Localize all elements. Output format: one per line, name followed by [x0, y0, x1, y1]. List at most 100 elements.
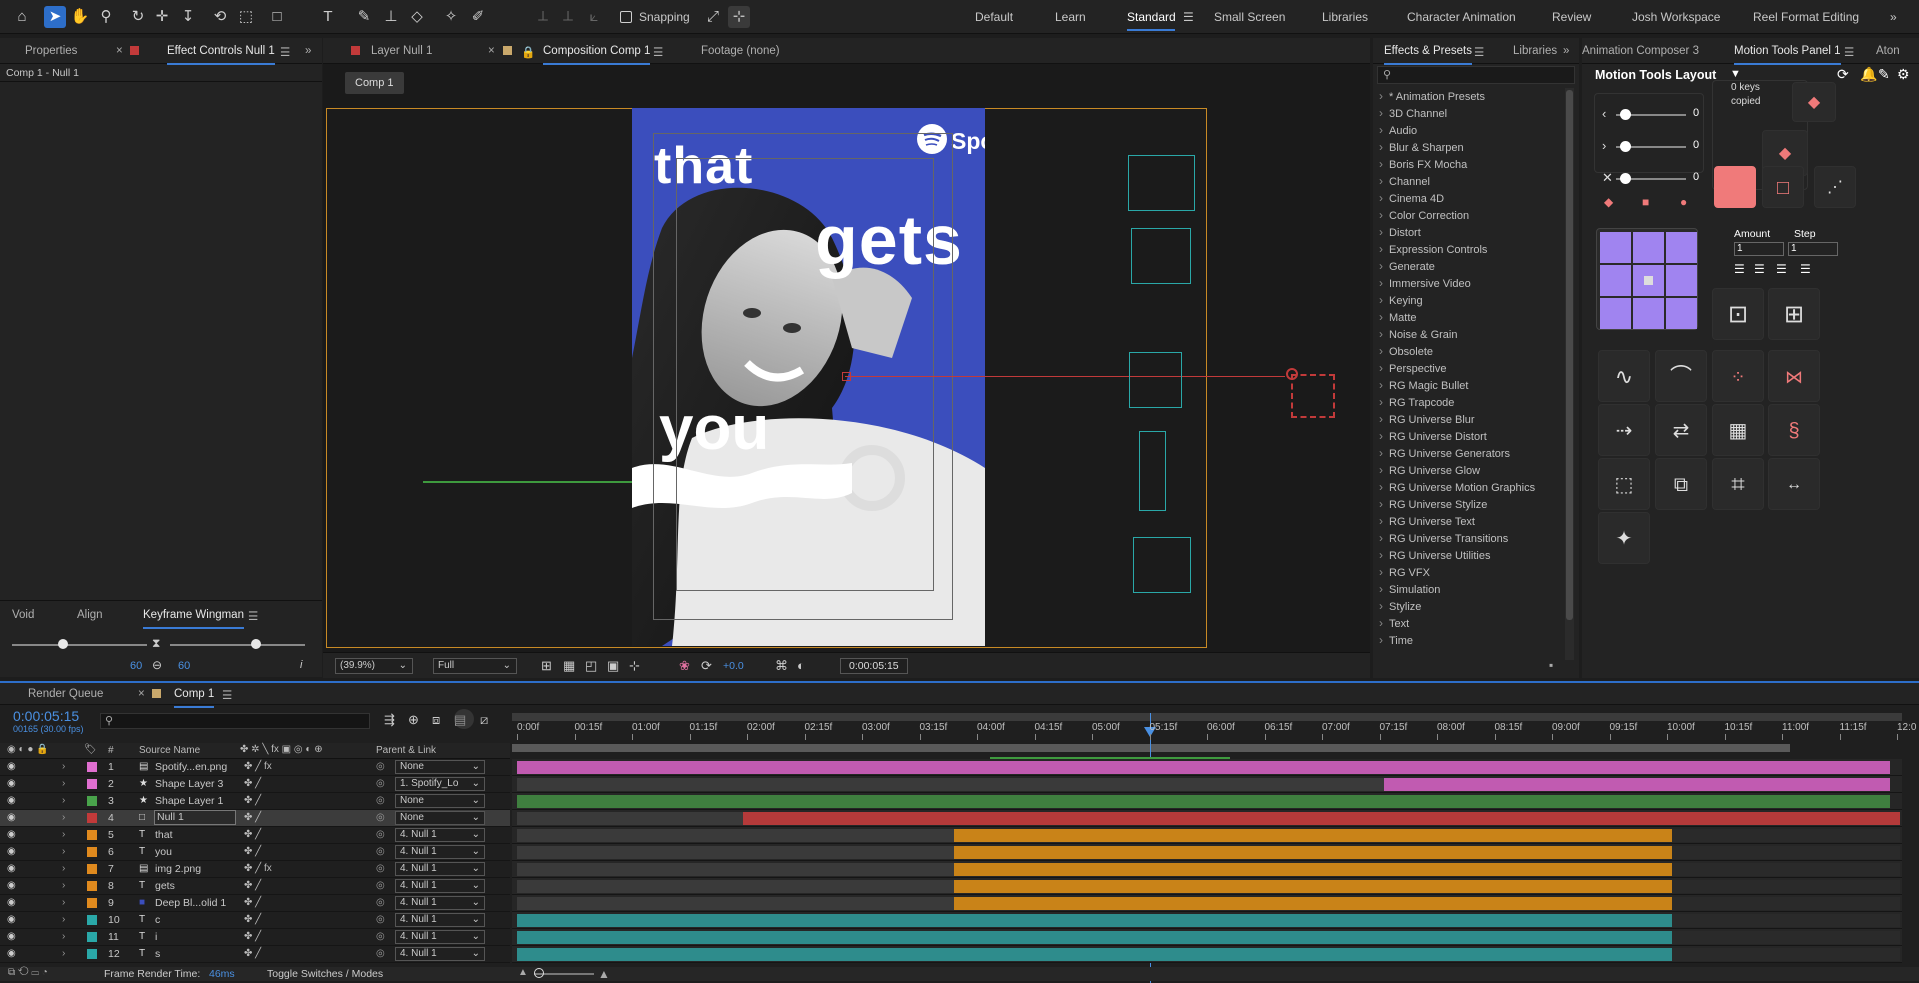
- effect-category-item[interactable]: Keying: [1379, 293, 1423, 307]
- mask-visibility-icon[interactable]: ▣: [607, 658, 619, 674]
- anchor-grid-cell[interactable]: [1600, 298, 1631, 329]
- clone-stamp-icon[interactable]: ⊥: [380, 6, 402, 28]
- slider-value-2[interactable]: 0: [1693, 139, 1699, 151]
- effect-category-item[interactable]: Text: [1379, 616, 1409, 630]
- layer-name[interactable]: Deep Bl...olid 1: [155, 897, 235, 909]
- layer-duration-bar[interactable]: [954, 863, 1672, 876]
- comp-breadcrumb[interactable]: Comp 1: [345, 72, 404, 94]
- layer-name[interactable]: Shape Layer 1: [155, 795, 235, 807]
- pick-whip-icon[interactable]: ◎: [376, 863, 385, 874]
- snap-features-icon[interactable]: ⊹: [728, 6, 750, 28]
- layer-duration-bar[interactable]: [517, 761, 1890, 774]
- eye-icon[interactable]: ◉: [7, 795, 16, 806]
- keyframe-square-icon[interactable]: ■: [1642, 195, 1649, 209]
- zoom-in-icon[interactable]: ▲: [598, 967, 610, 981]
- footer-toggle-icons[interactable]: ⧉ ⟲ ▭ ◔: [8, 967, 48, 978]
- slider-handle-2[interactable]: [1620, 141, 1631, 152]
- panel-menu-icon[interactable]: ☰: [1844, 45, 1854, 59]
- twirl-arrow-icon[interactable]: ›: [62, 863, 65, 874]
- settings-gear-icon[interactable]: ⚙: [1897, 66, 1910, 83]
- workspace-standard[interactable]: Standard: [1127, 10, 1176, 24]
- twirl-arrow-icon[interactable]: ›: [62, 931, 65, 942]
- layer-row[interactable]: ◉ › 6 Tyou ✤ ╱ ◎ 4. Null 1 ⌄: [0, 844, 510, 861]
- roto-brush-icon[interactable]: ✧: [440, 6, 462, 28]
- effect-category-item[interactable]: * Animation Presets: [1379, 89, 1485, 103]
- layer-switches[interactable]: ✤ ╱: [244, 948, 261, 959]
- pick-whip-icon[interactable]: ◎: [376, 761, 385, 772]
- keyframe-circle-icon[interactable]: ●: [1680, 195, 1687, 209]
- layer-switches[interactable]: ✤ ╱: [244, 897, 261, 908]
- snapping-checkbox[interactable]: [620, 11, 632, 23]
- effect-category-item[interactable]: RG Universe Distort: [1379, 429, 1487, 443]
- eye-icon[interactable]: ◉: [7, 846, 16, 857]
- anchor-grid-cell[interactable]: [1666, 232, 1697, 263]
- parent-dropdown[interactable]: 4. Null 1 ⌄: [395, 828, 485, 842]
- link-path-icon[interactable]: §: [1768, 404, 1820, 456]
- pan-camera-icon[interactable]: ✛: [151, 6, 173, 28]
- parent-dropdown[interactable]: 4. Null 1 ⌄: [395, 930, 485, 944]
- toggle-switches-modes[interactable]: Toggle Switches / Modes: [267, 968, 383, 980]
- lock-icon[interactable]: 🔒: [521, 45, 535, 59]
- tab-aton[interactable]: Aton: [1876, 45, 1916, 57]
- parent-dropdown[interactable]: None ⌄: [395, 760, 485, 774]
- anchor-grid-cell[interactable]: [1633, 265, 1664, 296]
- new-folder-icon[interactable]: ▪: [1549, 658, 1553, 672]
- layer-switches[interactable]: ✤ ╱: [244, 812, 261, 823]
- pick-whip-icon[interactable]: ◎: [376, 897, 385, 908]
- twirl-arrow-icon[interactable]: ›: [62, 948, 65, 959]
- effect-category-item[interactable]: Cinema 4D: [1379, 191, 1444, 205]
- layer-name[interactable]: i: [155, 931, 235, 943]
- layer-row[interactable]: ◉ › 3 ★ Shape Layer 1 ✤ ╱ ◎ None ⌄: [0, 793, 510, 810]
- layer-duration-bar[interactable]: [517, 948, 1672, 961]
- effect-category-item[interactable]: RG Universe Generators: [1379, 446, 1510, 460]
- eraser-icon[interactable]: ◇: [406, 6, 428, 28]
- layer-duration-bar[interactable]: [1384, 778, 1890, 791]
- null-from-selection-icon[interactable]: ⬚: [1598, 458, 1650, 510]
- parent-dropdown[interactable]: 4. Null 1 ⌄: [395, 913, 485, 927]
- eye-icon[interactable]: ◉: [7, 761, 16, 772]
- layer-duration-bar[interactable]: [1672, 914, 1900, 927]
- exposure-value[interactable]: +0.0: [723, 660, 744, 672]
- hand-tool-icon[interactable]: ✋: [69, 6, 91, 28]
- sequence-stagger-icon[interactable]: ☰: [1776, 262, 1787, 276]
- parent-dropdown[interactable]: None ⌄: [395, 794, 485, 808]
- layer-label-color[interactable]: [87, 830, 97, 840]
- effect-category-item[interactable]: 3D Channel: [1379, 106, 1447, 120]
- effect-category-item[interactable]: Blur & Sharpen: [1379, 140, 1464, 154]
- grid-layout-icon[interactable]: ▦: [1712, 404, 1764, 456]
- layer-duration-bar[interactable]: [517, 931, 1672, 944]
- effect-category-item[interactable]: RG Universe Motion Graphics: [1379, 480, 1535, 494]
- effect-category-item[interactable]: RG Universe Stylize: [1379, 497, 1487, 511]
- selection-tool-icon[interactable]: ➤: [44, 6, 66, 28]
- eye-icon[interactable]: ◉: [7, 829, 16, 840]
- brush-tool-icon[interactable]: ✎: [353, 6, 375, 28]
- layer-duration-bar[interactable]: [517, 812, 743, 825]
- layer-duration-bar[interactable]: [954, 880, 1672, 893]
- parent-layer-icon[interactable]: ⇢: [1598, 404, 1650, 456]
- pick-whip-icon[interactable]: ◎: [376, 829, 385, 840]
- ease-out-value[interactable]: 60: [130, 660, 142, 672]
- effect-category-item[interactable]: RG VFX: [1379, 565, 1430, 579]
- pan-behind-icon[interactable]: ⬚: [235, 6, 257, 28]
- zoom-out-icon[interactable]: ▲: [518, 967, 528, 978]
- effect-category-item[interactable]: Time: [1379, 633, 1413, 647]
- effect-category-item[interactable]: Boris FX Mocha: [1379, 157, 1467, 171]
- anchor-point-icon[interactable]: [842, 372, 851, 381]
- workspace-learn[interactable]: Learn: [1055, 10, 1086, 24]
- wiggle-icon[interactable]: ∿: [1598, 350, 1650, 402]
- pick-whip-icon[interactable]: ◎: [376, 778, 385, 789]
- info-icon[interactable]: i: [300, 659, 302, 671]
- bounce-icon[interactable]: ⌒: [1655, 350, 1707, 402]
- layer-label-color[interactable]: [87, 932, 97, 942]
- panel-menu-icon[interactable]: ☰: [248, 609, 258, 623]
- eye-icon[interactable]: ◉: [7, 914, 16, 925]
- slider-value-3[interactable]: 0: [1693, 171, 1699, 183]
- workspace-character-animation[interactable]: Character Animation: [1407, 10, 1516, 24]
- layer-duration-bar[interactable]: [517, 863, 954, 876]
- panel-menu-icon[interactable]: ☰: [222, 688, 232, 702]
- layer-name[interactable]: Spotify...en.png: [155, 761, 235, 773]
- layer-switches[interactable]: ✤ ╱: [244, 931, 261, 942]
- shape-guide-4[interactable]: [1139, 431, 1166, 511]
- twirl-arrow-icon[interactable]: ›: [62, 914, 65, 925]
- layout-dropdown-icon[interactable]: ▼: [1730, 68, 1741, 80]
